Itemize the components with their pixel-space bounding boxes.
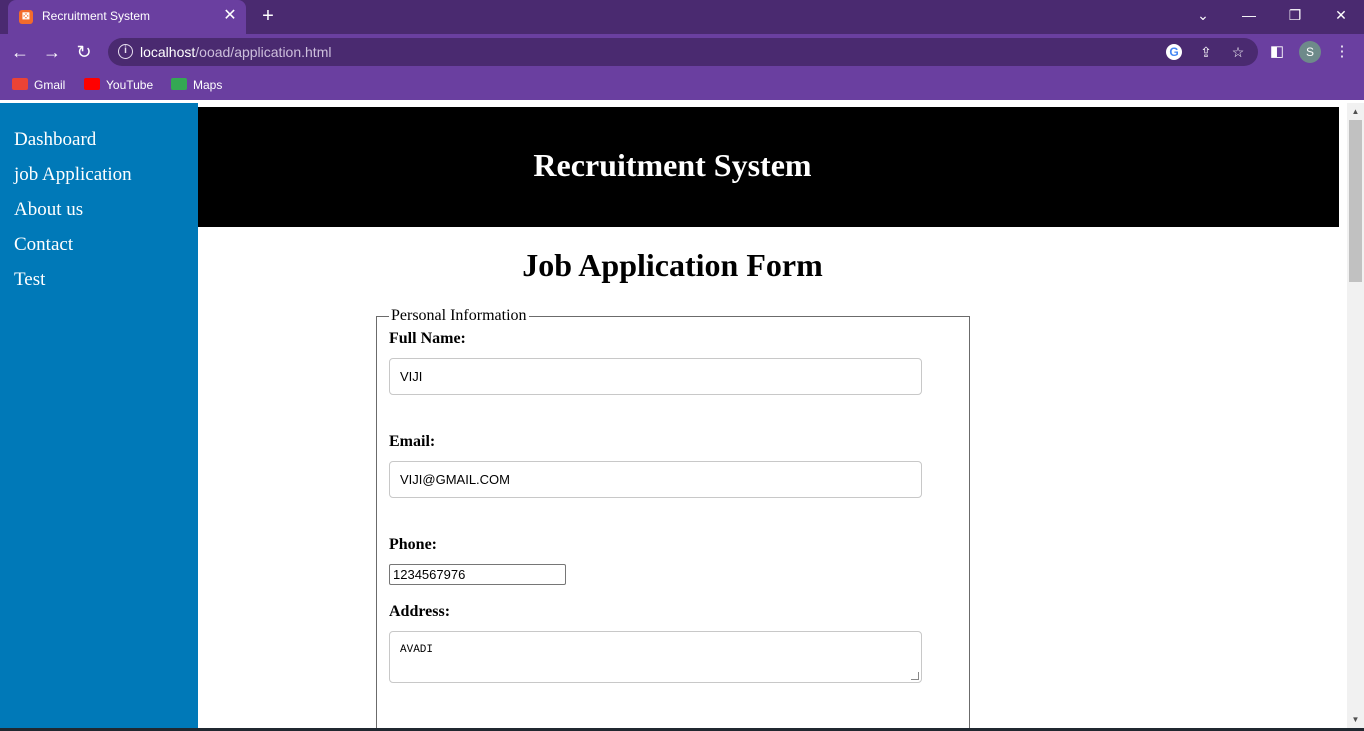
full-name-input[interactable]: VIJI [389, 358, 922, 395]
close-window-icon[interactable]: ✕ [1328, 4, 1354, 26]
sidebar-item-contact[interactable]: Contact [14, 234, 73, 256]
site-info-icon[interactable]: i [118, 44, 133, 59]
bookmark-star-icon[interactable]: ☆ [1229, 43, 1247, 61]
url-host: localhost [140, 44, 196, 60]
phone-value: 1234567976 [393, 567, 466, 582]
bookmark-maps[interactable]: Maps [171, 76, 222, 94]
fieldset-legend: Personal Information [389, 307, 529, 325]
tab-search-icon[interactable]: ⌄ [1190, 4, 1216, 26]
site-title: Recruitment System [198, 147, 1147, 184]
sidebar-item-about-us[interactable]: About us [14, 199, 83, 221]
restore-icon[interactable]: ❐ [1282, 4, 1308, 26]
email-label: Email: [389, 433, 436, 450]
bookmark-gmail[interactable]: Gmail [12, 76, 65, 94]
maps-icon [171, 78, 187, 90]
minimize-icon[interactable]: — [1236, 4, 1262, 26]
full-name-label: Full Name: [389, 330, 466, 347]
url-text[interactable]: localhost/ooad/application.html [140, 44, 331, 60]
chrome-divider [0, 100, 1364, 103]
phone-label: Phone: [389, 536, 437, 553]
gmail-icon [12, 78, 28, 90]
phone-input[interactable]: 1234567976 [389, 564, 566, 585]
full-name-value: VIJI [400, 369, 423, 384]
bookmark-label: YouTube [106, 78, 154, 92]
browser-tab-strip: ⊠ Recruitment System ✕ + ⌄ — ❐ ✕ [0, 0, 1364, 34]
forward-icon[interactable]: → [41, 41, 63, 63]
address-label: Address: [389, 603, 451, 620]
resize-handle-icon[interactable] [911, 672, 919, 680]
back-icon[interactable]: ← [9, 41, 31, 63]
reload-icon[interactable]: ↻ [73, 41, 95, 63]
bookmark-label: Gmail [34, 78, 66, 92]
browser-tab[interactable]: ⊠ Recruitment System ✕ [8, 0, 246, 34]
sidebar-item-test[interactable]: Test [14, 269, 45, 291]
sidebar: Dashboard job Application About us Conta… [0, 103, 198, 731]
page-scrollbar[interactable]: ▲ ▼ [1347, 103, 1364, 731]
address-bar[interactable]: i localhost/ooad/application.html G ⇪ ☆ [108, 38, 1258, 66]
sidebar-item-dashboard[interactable]: Dashboard [14, 129, 96, 151]
bookmarks-bar: Gmail YouTube Maps [0, 70, 1364, 100]
site-title-text: Recruitment System [533, 147, 812, 183]
side-panel-icon[interactable]: ◧ [1266, 41, 1288, 63]
address-textarea[interactable]: AVADI [389, 631, 922, 683]
address-value: AVADI [400, 644, 434, 656]
youtube-icon [84, 78, 100, 90]
email-input[interactable]: VIJI@GMAIL.COM [389, 461, 922, 498]
bookmark-label: Maps [193, 78, 223, 92]
form-title: Job Application Form [522, 247, 823, 283]
email-value: VIJI@GMAIL.COM [400, 472, 510, 487]
google-icon[interactable]: G [1166, 44, 1182, 60]
scrollbar-thumb[interactable] [1349, 120, 1362, 282]
url-path: /ooad/application.html [195, 44, 332, 60]
scroll-down-icon[interactable]: ▼ [1347, 714, 1364, 726]
profile-avatar[interactable]: S [1299, 41, 1321, 63]
sidebar-item-job-application[interactable]: job Application [14, 164, 132, 186]
page-header: Recruitment System [198, 107, 1339, 227]
share-icon[interactable]: ⇪ [1197, 43, 1215, 61]
tab-close-icon[interactable]: ✕ [222, 7, 238, 25]
browser-toolbar: ← → ↻ i localhost/ooad/application.html … [0, 34, 1364, 70]
new-tab-button[interactable]: + [257, 5, 279, 27]
scroll-up-icon[interactable]: ▲ [1347, 106, 1364, 118]
bookmark-youtube[interactable]: YouTube [84, 76, 153, 94]
menu-kebab-icon[interactable]: ⋮ [1331, 41, 1353, 63]
xampp-favicon-icon: ⊠ [19, 10, 33, 24]
tab-title: Recruitment System [42, 9, 151, 23]
